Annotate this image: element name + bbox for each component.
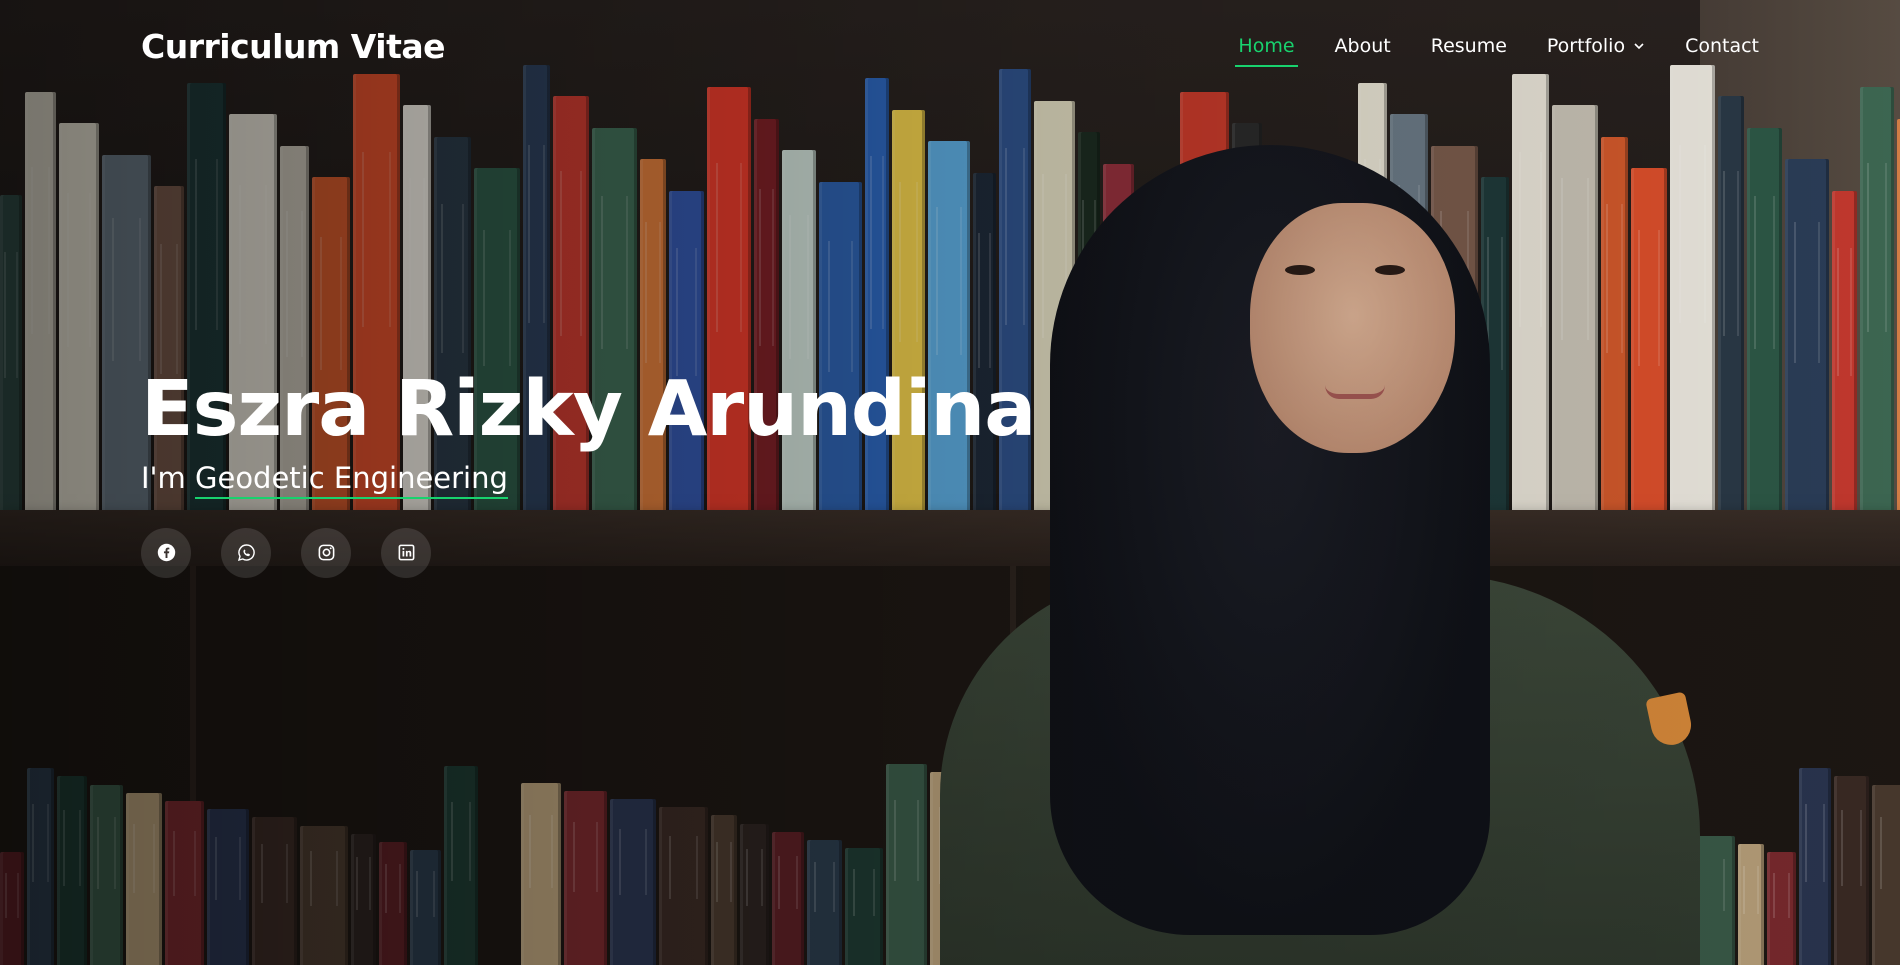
social-links — [141, 527, 1035, 578]
site-logo[interactable]: Curriculum Vitae — [141, 27, 446, 66]
instagram-icon — [318, 544, 334, 561]
nav-label: Home — [1238, 35, 1295, 57]
typed-text: Geodetic Engineering — [195, 460, 508, 499]
site-header: Curriculum Vitae Home About Resume Portf… — [0, 0, 1900, 92]
nav-about[interactable]: About — [1335, 25, 1391, 67]
main-nav: Home About Resume Portfolio Contact — [1235, 25, 1759, 67]
linkedin-icon — [398, 544, 414, 561]
nav-home[interactable]: Home — [1235, 25, 1298, 67]
whatsapp-icon — [237, 544, 255, 562]
hero-subtitle: I'm Geodetic Engineering — [141, 460, 1035, 499]
facebook-icon — [157, 543, 175, 562]
nav-portfolio[interactable]: Portfolio — [1547, 25, 1645, 67]
nav-resume[interactable]: Resume — [1431, 25, 1507, 67]
facebook-link[interactable] — [141, 527, 191, 578]
nav-contact[interactable]: Contact — [1685, 25, 1759, 67]
nav-label: Contact — [1685, 35, 1759, 57]
whatsapp-link[interactable] — [221, 527, 271, 578]
instagram-link[interactable] — [301, 527, 351, 578]
hero-content: Eszra Rizky Arundina I'm Geodetic Engine… — [141, 365, 1036, 578]
chevron-down-icon — [1634, 43, 1644, 50]
nav-label: Portfolio — [1546, 35, 1626, 57]
nav-label: Resume — [1430, 35, 1507, 57]
subtitle-prefix: I'm — [141, 460, 195, 495]
nav-label: About — [1334, 35, 1391, 57]
linkedin-link[interactable] — [381, 527, 431, 578]
hero-name: Eszra Rizky Arundina — [141, 365, 1036, 454]
